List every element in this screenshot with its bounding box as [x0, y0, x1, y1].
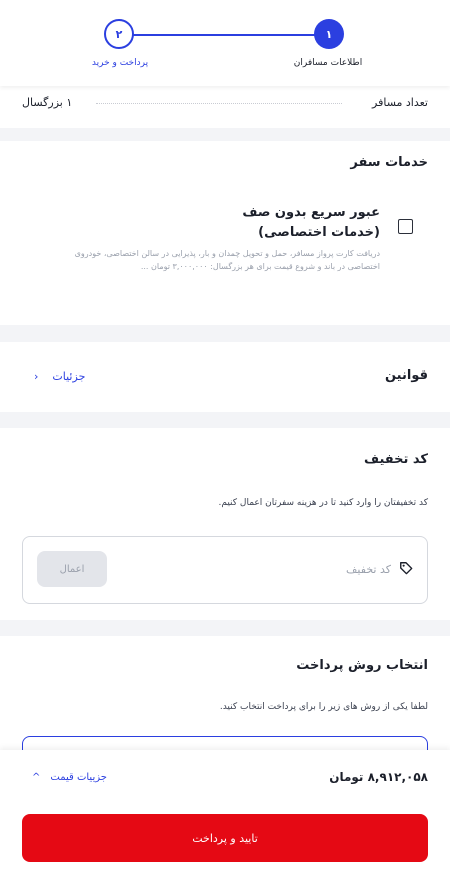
step-2-label[interactable]: پرداخت و خرید [70, 58, 170, 68]
rules-details-link[interactable]: › جزئیات [34, 370, 85, 383]
discount-title: کد تخفیف [364, 452, 428, 467]
rules-details-label: جزئیات [52, 370, 86, 383]
step-2-indicator[interactable]: ۲ [104, 19, 134, 49]
travel-services-card: خدمات سفر عبور سریع بدون صف (خدمات اختصا… [0, 141, 450, 325]
checkout-page: ۱ ۲ اطلاعات مسافران پرداخت و خرید تعداد … [0, 0, 450, 877]
confirm-and-pay-button[interactable]: تایید و پرداخت [22, 814, 428, 862]
passenger-count-value: ۱ بزرگسال [22, 96, 73, 109]
step-1-label: اطلاعات مسافران [293, 58, 363, 68]
checkout-footer: ۸,۹۱۲,۰۵۸ تومان ^ جزییات قیمت تایید و پر… [0, 750, 450, 877]
passenger-count-row: تعداد مسافر ۱ بزرگسال [22, 96, 428, 109]
step-2-number: ۲ [115, 27, 123, 41]
services-title: خدمات سفر [350, 155, 428, 170]
total-price: ۸,۹۱۲,۰۵۸ تومان [329, 770, 428, 784]
discount-input[interactable] [191, 559, 391, 579]
stepper-line [131, 34, 321, 36]
progress-stepper: ۱ ۲ اطلاعات مسافران پرداخت و خرید [0, 0, 450, 86]
price-details-toggle[interactable]: ^ جزییات قیمت [32, 772, 107, 783]
passenger-count-card: تعداد مسافر ۱ بزرگسال [0, 86, 450, 128]
rules-card: قوانین › جزئیات [0, 342, 450, 412]
step-1-number: ۱ [325, 27, 333, 41]
payment-hint: لطفا یکی از روش های زیر را برای پرداخت ا… [219, 702, 428, 712]
tag-icon [400, 562, 413, 575]
chevron-up-icon: ^ [32, 772, 41, 783]
rules-title: قوانین [384, 368, 428, 383]
price-details-label: جزییات قیمت [50, 772, 107, 783]
fast-track-description: دریافت کارت پرواز مسافر، حمل و تحویل چمد… [74, 249, 380, 271]
discount-field: اعمال [22, 536, 428, 604]
passenger-count-label: تعداد مسافر [372, 96, 428, 109]
step-1-indicator: ۱ [314, 19, 344, 49]
payment-title: انتخاب روش پرداخت [296, 658, 428, 673]
apply-discount-button[interactable]: اعمال [37, 551, 107, 587]
fast-track-name[interactable]: عبور سریع بدون صف (خدمات اختصاصی) [190, 203, 380, 243]
discount-hint: کد تخفیفتان را وارد کنید تا در هزینه سفر… [218, 498, 428, 508]
discount-card: کد تخفیف کد تخفیفتان را وارد کنید تا در … [0, 428, 450, 620]
chevron-left-icon: › [34, 370, 39, 383]
fast-track-checkbox[interactable] [398, 219, 413, 234]
payment-method-card: انتخاب روش پرداخت لطفا یکی از روش های زی… [0, 636, 450, 776]
